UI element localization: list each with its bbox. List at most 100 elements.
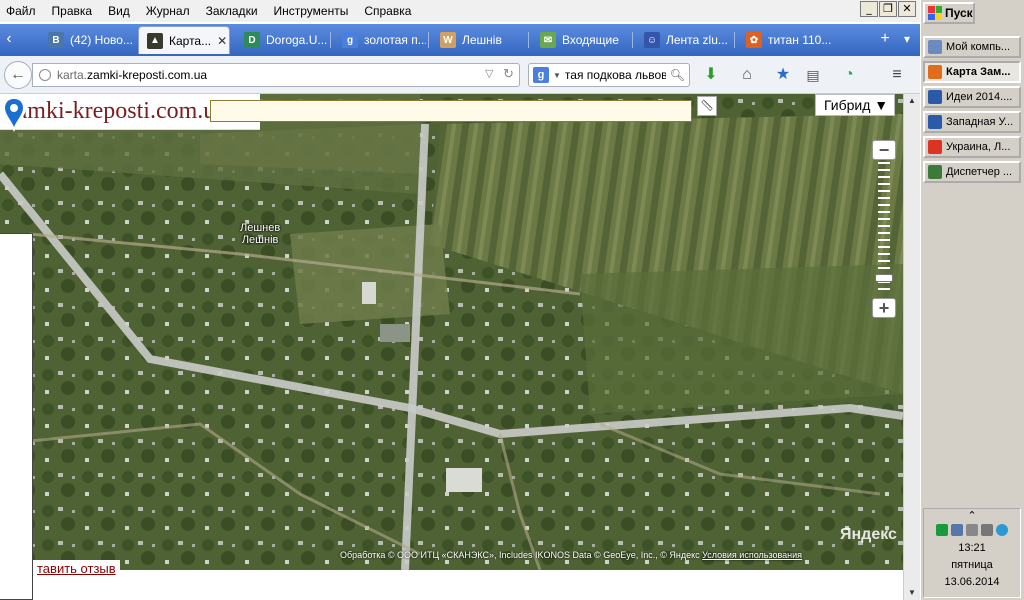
tray-monitor-icon[interactable] <box>951 524 963 536</box>
menu-bar: Файл Правка Вид Журнал Закладки Инструме… <box>0 0 920 22</box>
windows-flag-icon <box>928 6 942 20</box>
tray-expand-icon[interactable]: ⌃ <box>924 509 1020 522</box>
bookmarks-list-icon[interactable]: ▤ <box>802 65 824 85</box>
back-button[interactable]: ← <box>4 61 32 89</box>
tab-label: (42) Ново... <box>70 33 132 47</box>
feedback-link[interactable]: тавить отзыв <box>33 560 120 578</box>
menu-file[interactable]: Файл <box>0 1 44 21</box>
vk-icon: B <box>48 32 64 48</box>
globe-icon <box>39 69 51 81</box>
url-bar[interactable]: karta. zamki-kreposti.com.ua ▽ ↻ <box>32 63 520 87</box>
home-icon[interactable]: ⌂ <box>736 65 758 85</box>
vertical-scrollbar[interactable]: ▲ ▼ <box>903 94 920 600</box>
engine-dropdown-icon[interactable]: ▼ <box>553 71 561 80</box>
zoom-slider-handle[interactable] <box>875 274 893 282</box>
tab-label: золотая п... <box>364 33 426 47</box>
tray-network-icon[interactable] <box>936 524 948 536</box>
menu-view[interactable]: Вид <box>100 1 138 21</box>
tab-5[interactable]: W Лешнів <box>432 26 524 54</box>
map-copyright: Обработка © ООО ИТЦ «СКАНЭКС», Includes … <box>340 550 802 560</box>
minimize-button[interactable]: _ <box>860 1 878 17</box>
zoom-control: − + <box>872 140 896 320</box>
terms-link[interactable]: Условия использования <box>702 550 802 560</box>
taskbar-item-6[interactable]: Диспетчер ... <box>923 161 1021 183</box>
menu-help[interactable]: Справка <box>356 1 419 21</box>
addon-icon[interactable]: ◔ <box>838 65 860 85</box>
download-icon[interactable]: ⬇ <box>700 65 722 85</box>
browser-window: Файл Правка Вид Журнал Закладки Инструме… <box>0 0 920 600</box>
tab-separator <box>528 32 529 48</box>
search-engine-icon[interactable]: g <box>533 67 549 83</box>
yandex-logo: Яндекс <box>840 526 897 543</box>
doroga-icon: D <box>244 32 260 48</box>
tab-separator <box>632 32 633 48</box>
word-icon <box>928 115 942 129</box>
start-button[interactable]: Пуск <box>923 2 975 24</box>
menu-hamburger-icon[interactable]: ≡ <box>886 65 908 85</box>
window-controls: _ ❐ ✕ <box>860 1 916 17</box>
restore-button[interactable]: ❐ <box>879 1 897 17</box>
satellite-map[interactable]: zamki-kreposti.com.ua 📏︎ Гибрид ▼ − + Ле… <box>0 94 903 570</box>
taskbar-item-2[interactable]: Карта Зам... <box>923 61 1021 83</box>
search-input[interactable]: тая подкова львова <box>565 68 666 82</box>
google-icon: g <box>342 32 358 48</box>
close-button[interactable]: ✕ <box>898 1 916 17</box>
tray-volume-icon[interactable] <box>966 524 978 536</box>
location-marker-icon[interactable] <box>0 94 28 134</box>
place-label-ru: Лешнев <box>240 222 281 234</box>
start-label: Пуск <box>945 6 973 20</box>
tray-time[interactable]: 13:21 <box>924 542 1020 554</box>
word-icon <box>928 90 942 104</box>
taskbar-item-label: Карта Зам... <box>946 66 1011 78</box>
tab-label: Карта... <box>169 33 212 48</box>
tab-label: титан 110... <box>768 33 832 47</box>
menu-edit[interactable]: Правка <box>44 1 101 21</box>
zoom-in-button[interactable]: + <box>872 298 896 318</box>
user-icon: ☺ <box>644 32 660 48</box>
tab-7[interactable]: ☺ Лента zlu... <box>636 26 732 54</box>
place-label-ua: Лешнів <box>241 234 279 246</box>
taskbar-item-3[interactable]: Идеи 2014.... <box>923 86 1021 108</box>
magnifier-icon[interactable]: 🔍︎ <box>670 68 685 82</box>
tab-2[interactable]: ▲ Карта... ✕ <box>138 26 230 54</box>
tab-4[interactable]: g золотая п... <box>334 26 426 54</box>
zoom-out-button[interactable]: − <box>872 140 896 160</box>
scroll-up-icon[interactable]: ▲ <box>904 94 920 108</box>
navigation-bar: ← karta. zamki-kreposti.com.ua ▽ ↻ g ▼ т… <box>0 56 920 94</box>
system-tray: ⌃ 13:21 пятница 13.06.2014 <box>923 508 1021 598</box>
tab-3[interactable]: D Doroga.U... <box>236 26 328 54</box>
tab-1[interactable]: B (42) Ново... <box>40 26 132 54</box>
map-type-select[interactable]: Гибрид ▼ <box>815 94 895 116</box>
tab-8[interactable]: ✿ титан 110... <box>738 26 842 54</box>
map-search-input[interactable] <box>210 100 692 122</box>
taskbar: Пуск Мой компь... Карта Зам... Идеи 2014..… <box>920 0 1024 600</box>
taskbar-item-4[interactable]: Западная У... <box>923 111 1021 133</box>
new-tab-button[interactable]: + <box>876 24 894 54</box>
tab-label: Лешнів <box>462 33 502 47</box>
menu-tools[interactable]: Инструменты <box>266 1 357 21</box>
tray-icons <box>924 524 1020 536</box>
ruler-icon[interactable]: 📏︎ <box>697 96 717 116</box>
castle-icon: ▲ <box>147 32 163 49</box>
taskbar-item-5[interactable]: Украина, Л... <box>923 136 1021 158</box>
tab-6[interactable]: ✉ Входящие <box>532 26 628 54</box>
search-bar[interactable]: g ▼ тая подкова львова 🔍︎ <box>528 63 690 87</box>
tab-close-icon[interactable]: ✕ <box>217 34 227 48</box>
tray-day: пятница <box>951 559 993 571</box>
tray-usb-icon[interactable] <box>981 524 993 536</box>
scroll-down-icon[interactable]: ▼ <box>904 586 920 600</box>
menu-bookmarks[interactable]: Закладки <box>198 1 266 21</box>
url-dropdown-icon[interactable]: ▽ <box>485 67 493 80</box>
bookmark-star-icon[interactable]: ★ <box>772 65 794 85</box>
taskbar-item-1[interactable]: Мой компь... <box>923 36 1021 58</box>
side-panel <box>0 233 33 600</box>
tray-app-icon[interactable] <box>996 524 1008 536</box>
tab-list-button[interactable]: ▾ <box>898 24 916 54</box>
menu-history[interactable]: Журнал <box>138 1 198 21</box>
taskbar-item-label: Идеи 2014.... <box>946 91 1013 103</box>
chrome-icon <box>928 140 942 154</box>
reload-icon[interactable]: ↻ <box>503 66 514 82</box>
tab-scroll-left-icon[interactable]: ‹ <box>0 24 18 54</box>
copyright-text: Обработка © ООО ИТЦ «СКАНЭКС», Includes … <box>340 550 700 560</box>
taskbar-item-label: Западная У... <box>946 116 1014 128</box>
